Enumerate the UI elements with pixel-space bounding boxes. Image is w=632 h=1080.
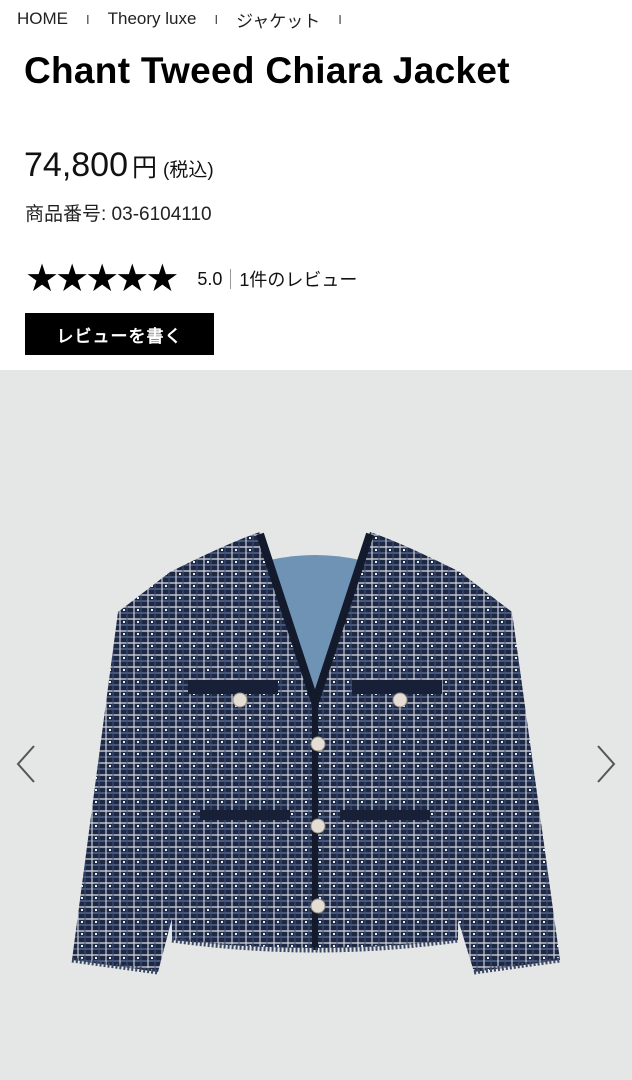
breadcrumb-home[interactable]: HOME [17, 9, 68, 29]
rating-score: 5.0 [197, 268, 223, 289]
breadcrumb-separator: I [86, 11, 90, 27]
star-icon: ★ [115, 258, 150, 300]
price: 74,800 円 (税込) [24, 146, 214, 185]
write-review-button[interactable]: レビューを書く [25, 313, 214, 355]
rating-summary: ★ ★ ★ ★ ★ 5.0 1件のレビュー [25, 258, 357, 300]
product-image-gallery[interactable] [0, 370, 632, 1080]
price-currency: 円 [132, 154, 158, 182]
tax-note: (税込) [163, 160, 214, 181]
star-icon: ★ [25, 258, 60, 300]
product-title: Chant Tweed Chiara Jacket [24, 50, 510, 91]
breadcrumb: HOME I Theory luxe I ジャケット I [17, 7, 360, 32]
chevron-left-icon[interactable] [12, 742, 42, 786]
star-icon: ★ [145, 258, 180, 300]
breadcrumb-category[interactable]: ジャケット [236, 7, 320, 32]
star-icon: ★ [85, 258, 120, 300]
breadcrumb-separator: I [338, 11, 342, 27]
review-count-link[interactable]: 1件のレビュー [239, 266, 357, 292]
chevron-right-icon[interactable] [590, 742, 620, 786]
divider [230, 269, 232, 289]
price-value: 74,800 [24, 146, 128, 184]
jacket-image [71, 532, 561, 975]
product-number: 商品番号: 03-6104110 [25, 204, 212, 225]
breadcrumb-brand[interactable]: Theory luxe [108, 9, 197, 29]
star-rating: ★ ★ ★ ★ ★ [25, 258, 179, 300]
breadcrumb-separator: I [214, 11, 219, 27]
star-icon: ★ [55, 258, 90, 300]
